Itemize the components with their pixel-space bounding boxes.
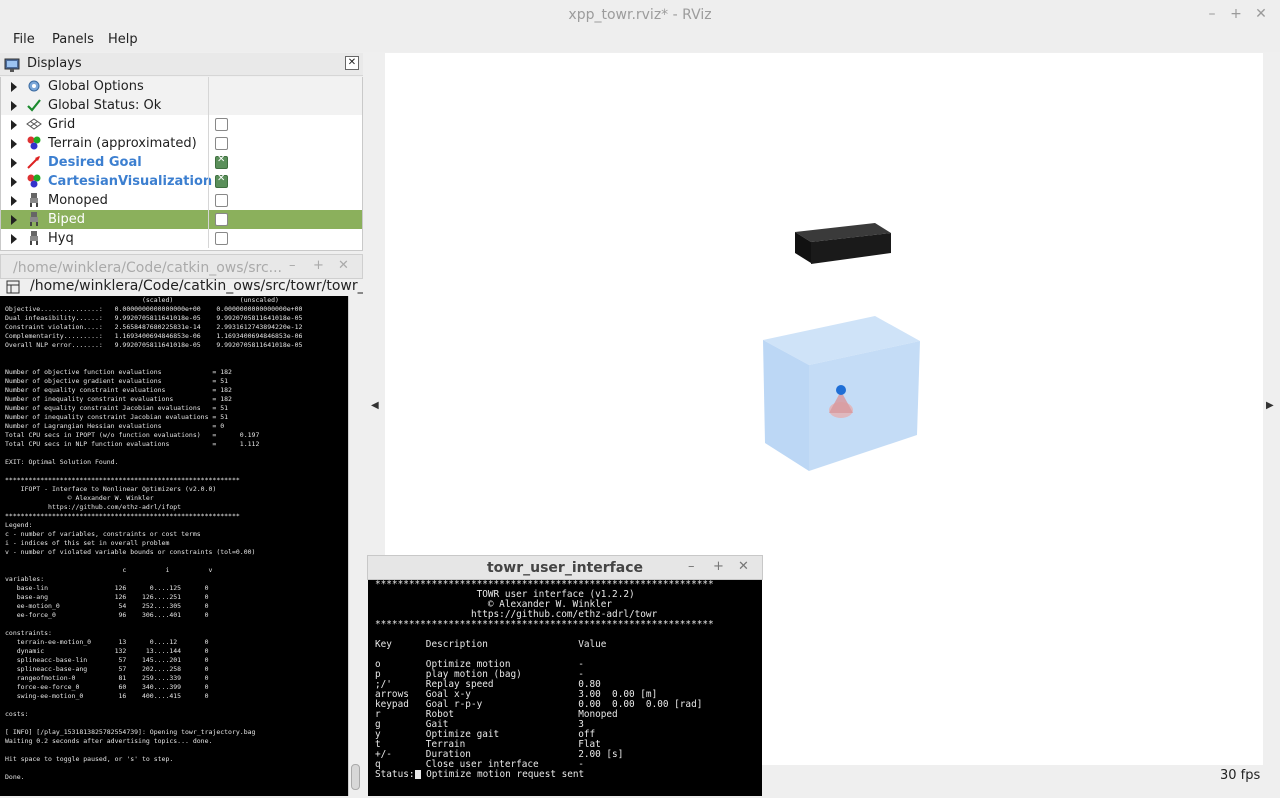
display-item-label: Global Status: Ok — [48, 98, 162, 113]
status-label: Status: — [375, 769, 415, 780]
display-item-label: Monoped — [48, 193, 108, 208]
towr-ui-titlebar: towr_user_interface – + ✕ — [367, 555, 763, 580]
display-item-cartesianvisualization[interactable]: CartesianVisualization — [1, 172, 362, 191]
display-item-label: Terrain (approximated) — [48, 136, 197, 151]
enable-checkbox[interactable] — [215, 194, 228, 207]
enable-checkbox[interactable] — [215, 154, 228, 169]
menu-bar: File Panels Help — [0, 28, 1280, 52]
menu-file[interactable]: File — [13, 32, 35, 47]
display-item-label: Global Options — [48, 79, 144, 94]
markers-icon — [26, 173, 42, 189]
column-divider — [208, 172, 209, 191]
terminal-left-path: /home/winklera/Code/catkin_ows/src/towr/… — [30, 278, 363, 294]
expand-arrow-icon[interactable] — [11, 158, 17, 168]
display-item-label: Biped — [48, 212, 86, 227]
display-item-desired-goal[interactable]: Desired Goal — [1, 153, 362, 172]
display-item-biped[interactable]: Biped — [1, 210, 362, 229]
column-divider — [208, 229, 209, 248]
expand-arrow-icon[interactable] — [11, 177, 17, 187]
terminal-icon — [6, 280, 20, 294]
robot-icon — [26, 230, 42, 246]
display-item-label: Hyq — [48, 231, 74, 246]
close-panel-icon[interactable]: ✕ — [345, 56, 359, 70]
column-divider — [208, 210, 209, 229]
scrollbar-thumb[interactable] — [351, 764, 360, 790]
maximize-icon[interactable]: + — [1227, 5, 1245, 23]
robot-icon — [26, 211, 42, 227]
column-divider — [208, 153, 209, 172]
enable-checkbox[interactable] — [215, 118, 228, 131]
right-splitter-arrow[interactable]: ▶ — [1266, 400, 1274, 411]
terminal-left-tabbar: /home/winklera/Code/catkin_ows/src/towr/… — [0, 278, 363, 296]
towr-ui-text: ****************************************… — [375, 580, 714, 770]
minimize-icon[interactable]: – — [289, 258, 296, 273]
towr-ui-title: towr_user_interface — [486, 560, 644, 576]
display-item-label: CartesianVisualization — [48, 174, 213, 189]
expand-arrow-icon[interactable] — [11, 101, 17, 111]
column-divider — [208, 134, 209, 153]
status-text: Optimize motion request sent — [420, 769, 585, 780]
display-item-label: Desired Goal — [48, 155, 142, 170]
maximize-icon[interactable]: + — [713, 559, 724, 574]
column-divider — [208, 115, 209, 134]
terminal-left-title: /home/winklera/Code/catkin_ows/src... — [13, 260, 283, 276]
display-item-grid[interactable]: Grid — [1, 115, 362, 134]
expand-arrow-icon[interactable] — [11, 196, 17, 206]
expand-arrow-icon[interactable] — [11, 120, 17, 130]
terminal-left-scrollbar[interactable] — [348, 296, 362, 796]
displays-tree: Global Options Global Status: Ok Grid Terra… — [0, 77, 363, 251]
column-divider — [208, 77, 209, 96]
checkmark-icon — [26, 97, 42, 113]
minimize-icon[interactable]: – — [1203, 5, 1221, 23]
display-item-monoped[interactable]: Monoped — [1, 191, 362, 210]
display-item-label: Grid — [48, 117, 76, 132]
monitor-icon — [4, 58, 20, 72]
display-item-hyq[interactable]: Hyq — [1, 229, 362, 248]
maximize-icon[interactable]: + — [313, 258, 324, 273]
display-item-global-status-ok[interactable]: Global Status: Ok — [1, 96, 362, 115]
left-splitter-arrow[interactable]: ◀ — [371, 400, 379, 411]
fps-readout: 30 fps — [1220, 768, 1261, 783]
robot-base-marker — [836, 385, 846, 395]
grid-icon — [26, 116, 42, 132]
towr-ui-status-line: Status: Optimize motion request sent — [368, 770, 762, 780]
markers-icon — [26, 135, 42, 151]
minimize-icon[interactable]: – — [688, 559, 695, 574]
displays-panel-header: Displays ✕ — [0, 53, 363, 76]
menu-help[interactable]: Help — [108, 32, 138, 47]
display-item-terrain-approximated[interactable]: Terrain (approximated) — [1, 134, 362, 153]
window-titlebar: xpp_towr.rviz* - RViz – + ✕ — [0, 0, 1280, 28]
column-divider — [208, 96, 209, 115]
expand-arrow-icon[interactable] — [11, 82, 17, 92]
expand-arrow-icon[interactable] — [11, 234, 17, 244]
close-icon[interactable]: ✕ — [738, 559, 749, 574]
expand-arrow-icon[interactable] — [11, 139, 17, 149]
menu-panels[interactable]: Panels — [52, 32, 94, 47]
close-icon[interactable]: ✕ — [1252, 5, 1270, 23]
enable-checkbox[interactable] — [215, 137, 228, 150]
window-title: xpp_towr.rviz* - RViz — [568, 7, 712, 23]
close-icon[interactable]: ✕ — [338, 258, 349, 273]
expand-arrow-icon[interactable] — [11, 215, 17, 225]
terminal-left-titlebar: /home/winklera/Code/catkin_ows/src... – … — [0, 254, 363, 279]
terminal-left-output[interactable]: (scaled) (unscaled) Objective...........… — [0, 296, 348, 796]
column-divider — [208, 191, 209, 210]
towr-ui-output[interactable]: ****************************************… — [368, 580, 762, 796]
enable-checkbox[interactable] — [215, 213, 228, 226]
display-item-global-options[interactable]: Global Options — [1, 77, 362, 96]
arrow-icon — [26, 154, 42, 170]
displays-panel-title: Displays — [27, 56, 82, 71]
gear-icon — [26, 78, 42, 94]
enable-checkbox[interactable] — [215, 232, 228, 245]
enable-checkbox[interactable] — [215, 173, 228, 188]
terminal-left-text: (scaled) (unscaled) Objective...........… — [5, 296, 303, 781]
robot-icon — [26, 192, 42, 208]
